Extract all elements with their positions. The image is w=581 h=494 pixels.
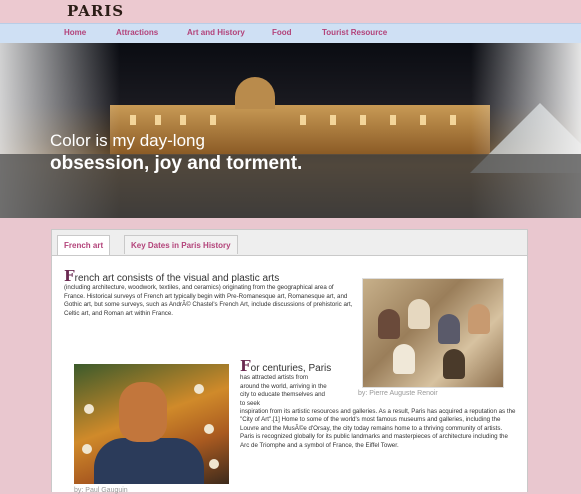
content-panel: French art Key Dates in Paris History Fr…: [51, 229, 528, 494]
nav-art-and-history[interactable]: Art and History: [187, 28, 245, 37]
main-nav: Home Attractions Art and History Food To…: [0, 23, 581, 44]
tab-bar: French art Key Dates in Paris History: [52, 230, 527, 256]
drop-cap: F: [64, 267, 75, 285]
tab-french-art[interactable]: French art: [57, 235, 111, 255]
hero-caption-line1: Color is my day-long: [50, 131, 205, 150]
nav-tourist-resource[interactable]: Tourist Resource: [322, 28, 387, 37]
drop-cap: F: [240, 357, 251, 375]
gauguin-painting-image: [74, 364, 229, 484]
site-logo[interactable]: PARIS: [67, 2, 124, 20]
hero-caption-line2: obsession, joy and torment.: [50, 153, 303, 174]
paragraph-french-art: French art consists of the visual and pl…: [64, 267, 353, 317]
nav-home[interactable]: Home: [64, 28, 86, 37]
nav-food[interactable]: Food: [272, 28, 292, 37]
paragraph-paris-artists: For centuries, Paris has attracted artis…: [240, 357, 516, 449]
tab-key-dates[interactable]: Key Dates in Paris History: [124, 235, 238, 254]
top-bar: PARIS: [0, 0, 581, 23]
nav-attractions[interactable]: Attractions: [116, 28, 158, 37]
